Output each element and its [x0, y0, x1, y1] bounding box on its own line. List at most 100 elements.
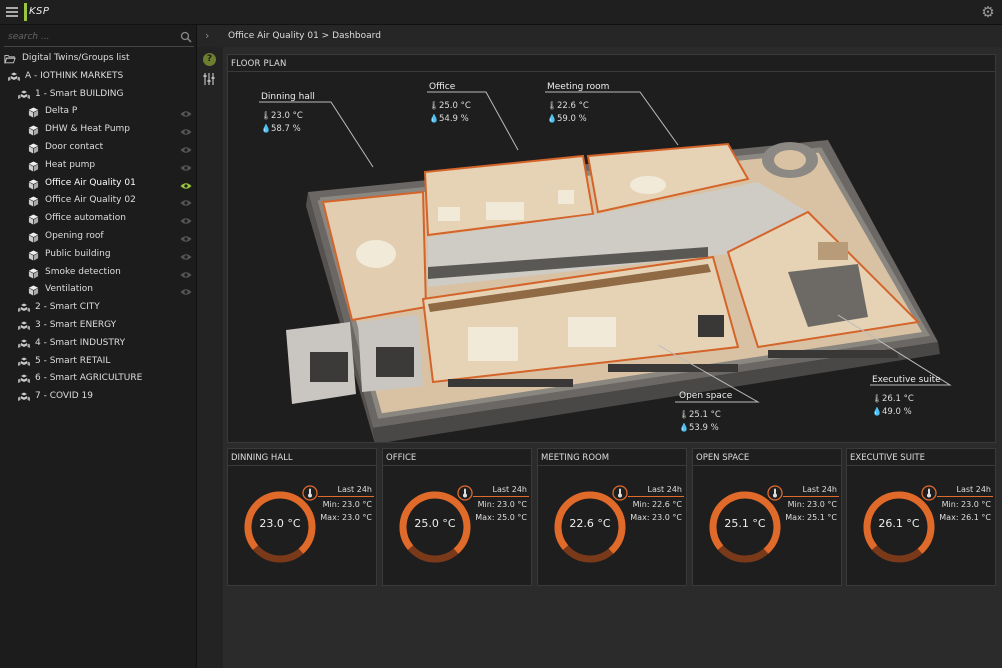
tree-item-label: Delta P [45, 106, 78, 117]
tree-item-group[interactable]: 5 - Smart RETAIL [0, 353, 197, 371]
sensor-card[interactable]: DINNING HALL 23.0 °C Last 24h Min: 23.0 °C M… [227, 448, 377, 586]
tree-item-group[interactable]: A - IOTHINK MARKETS [0, 68, 197, 86]
cube-icon [28, 285, 40, 296]
tree-item-group[interactable]: 7 - COVID 19 [0, 388, 197, 406]
tree-item-label: 1 - Smart BUILDING [35, 88, 124, 99]
thermometer-icon [921, 485, 937, 501]
tree-item-twin[interactable]: Office automation [0, 210, 197, 228]
period-label: Last 24h [956, 485, 991, 494]
max-value: Max: 25.0 °C [475, 513, 527, 522]
tree-item-twin[interactable]: Public building [0, 246, 197, 264]
eye-icon[interactable] [180, 251, 192, 260]
tree-root[interactable]: Digital Twins/Groups list [0, 50, 197, 68]
tree-item-label: Office Air Quality 02 [45, 195, 136, 206]
droplet-icon: 💧 [679, 423, 689, 432]
tree-item-twin[interactable]: Door contact [0, 139, 197, 157]
tree-item-twin[interactable]: Smoke detection [0, 264, 197, 282]
tree-item-twin[interactable]: DHW & Heat Pump [0, 121, 197, 139]
tree-item-group[interactable]: 3 - Smart ENERGY [0, 317, 197, 335]
tree-item-label: Heat pump [45, 159, 96, 170]
eye-icon[interactable] [180, 108, 192, 118]
breadcrumb-bar: › Office Air Quality 01 > Dashboard [197, 25, 1002, 47]
cube-icon [28, 143, 40, 154]
room-name[interactable]: Executive suite [872, 375, 941, 385]
thermometer-icon: 🌡 [547, 101, 558, 110]
period-label: Last 24h [337, 485, 372, 494]
room-temperature: 🌡25.0 °C [429, 101, 471, 111]
group-icon [18, 357, 30, 367]
tree-item-group[interactable]: 1 - Smart BUILDING [0, 86, 197, 104]
eye-icon[interactable] [180, 286, 192, 296]
eye-icon[interactable] [180, 126, 192, 135]
period-label: Last 24h [647, 485, 682, 494]
top-bar: KSP ⚙ [0, 0, 1002, 25]
droplet-icon: 💧 [261, 124, 271, 133]
cube-icon [28, 125, 40, 136]
room-temperature: 🌡26.1 °C [872, 394, 914, 404]
max-value: Max: 25.1 °C [785, 513, 837, 522]
period-label: Last 24h [492, 485, 527, 494]
eye-icon[interactable] [180, 144, 192, 153]
tree-item-group[interactable]: 4 - Smart INDUSTRY [0, 335, 197, 353]
min-value: Min: 23.0 °C [322, 500, 372, 509]
room-humidity: 💧58.7 % [261, 124, 301, 134]
droplet-icon: 💧 [429, 114, 439, 123]
cube-icon [28, 250, 40, 261]
cube-icon [28, 268, 40, 279]
room-name[interactable]: Dinning hall [261, 92, 315, 102]
tree-item-label: Smoke detection [45, 266, 121, 277]
breadcrumb[interactable]: Office Air Quality 01 > Dashboard [228, 31, 381, 41]
cube-icon [28, 179, 40, 190]
tree-item-label: Ventilation [45, 284, 93, 295]
eye-icon[interactable] [180, 180, 192, 189]
eye-icon[interactable] [180, 197, 192, 207]
droplet-icon: 💧 [547, 114, 557, 123]
gauge-value: 22.6 °C [569, 517, 611, 530]
tree-item-twin[interactable]: Office Air Quality 01 [0, 175, 197, 193]
search-icon[interactable] [180, 31, 192, 43]
card-title: EXECUTIVE SUITE [850, 453, 925, 463]
eye-icon[interactable] [180, 269, 192, 278]
min-value: Min: 22.6 °C [632, 500, 682, 509]
humidity-value: 49.0 % [882, 407, 912, 417]
chevron-right-icon[interactable]: › [205, 29, 209, 42]
sensor-card[interactable]: OFFICE 25.0 °C Last 24h Min: 23.0 °C Max: 25… [382, 448, 532, 586]
tree-item-group[interactable]: 6 - Smart AGRICULTURE [0, 370, 197, 388]
tree-item-twin[interactable]: Opening roof [0, 228, 197, 246]
max-value: Max: 23.0 °C [320, 513, 372, 522]
room-temperature: 🌡25.1 °C [679, 410, 721, 420]
floor-plan-panel: FLOOR PLAN Dinning hall 🌡23.0 °C 💧58.7 %… [227, 54, 996, 443]
eye-icon[interactable] [180, 233, 192, 242]
help-icon[interactable]: ? [203, 53, 216, 66]
room-humidity: 💧59.0 % [547, 114, 587, 124]
room-name[interactable]: Office [429, 82, 455, 92]
sensor-card[interactable]: EXECUTIVE SUITE 26.1 °C Last 24h Min: 23.0 … [846, 448, 996, 586]
tree-item-label: 2 - Smart CITY [35, 302, 100, 313]
tree-item-twin[interactable]: Ventilation [0, 281, 197, 299]
tree-item-twin[interactable]: Office Air Quality 02 [0, 192, 197, 210]
room-name[interactable]: Open space [679, 391, 732, 401]
hamburger-menu-icon[interactable] [6, 7, 18, 17]
eye-icon[interactable] [180, 162, 192, 171]
tree-item-label: 3 - Smart ENERGY [35, 319, 117, 330]
sensor-card[interactable]: OPEN SPACE 25.1 °C Last 24h Min: 23.0 °C Max… [692, 448, 842, 586]
tree-item-twin[interactable]: Heat pump [0, 157, 197, 175]
eye-icon[interactable] [180, 215, 192, 224]
thermometer-icon: 🌡 [679, 410, 690, 419]
gauge-value: 23.0 °C [259, 517, 301, 530]
temperature-value: 26.1 °C [882, 394, 914, 404]
search-input[interactable] [4, 29, 174, 45]
sensor-card[interactable]: MEETING ROOM 22.6 °C Last 24h Min: 22.6 °C M… [537, 448, 687, 586]
gear-icon[interactable]: ⚙ [980, 4, 996, 20]
sliders-icon[interactable] [202, 72, 216, 86]
tree-item-twin[interactable]: Delta P [0, 103, 197, 121]
room-temperature: 🌡22.6 °C [547, 101, 589, 111]
room-name[interactable]: Meeting room [547, 82, 609, 92]
min-value: Min: 23.0 °C [787, 500, 837, 509]
humidity-value: 59.0 % [557, 114, 587, 124]
humidity-value: 58.7 % [271, 124, 301, 134]
empty-area [223, 590, 1002, 668]
group-icon [18, 374, 30, 384]
droplet-icon: 💧 [872, 407, 882, 416]
tree-item-group[interactable]: 2 - Smart CITY [0, 299, 197, 317]
